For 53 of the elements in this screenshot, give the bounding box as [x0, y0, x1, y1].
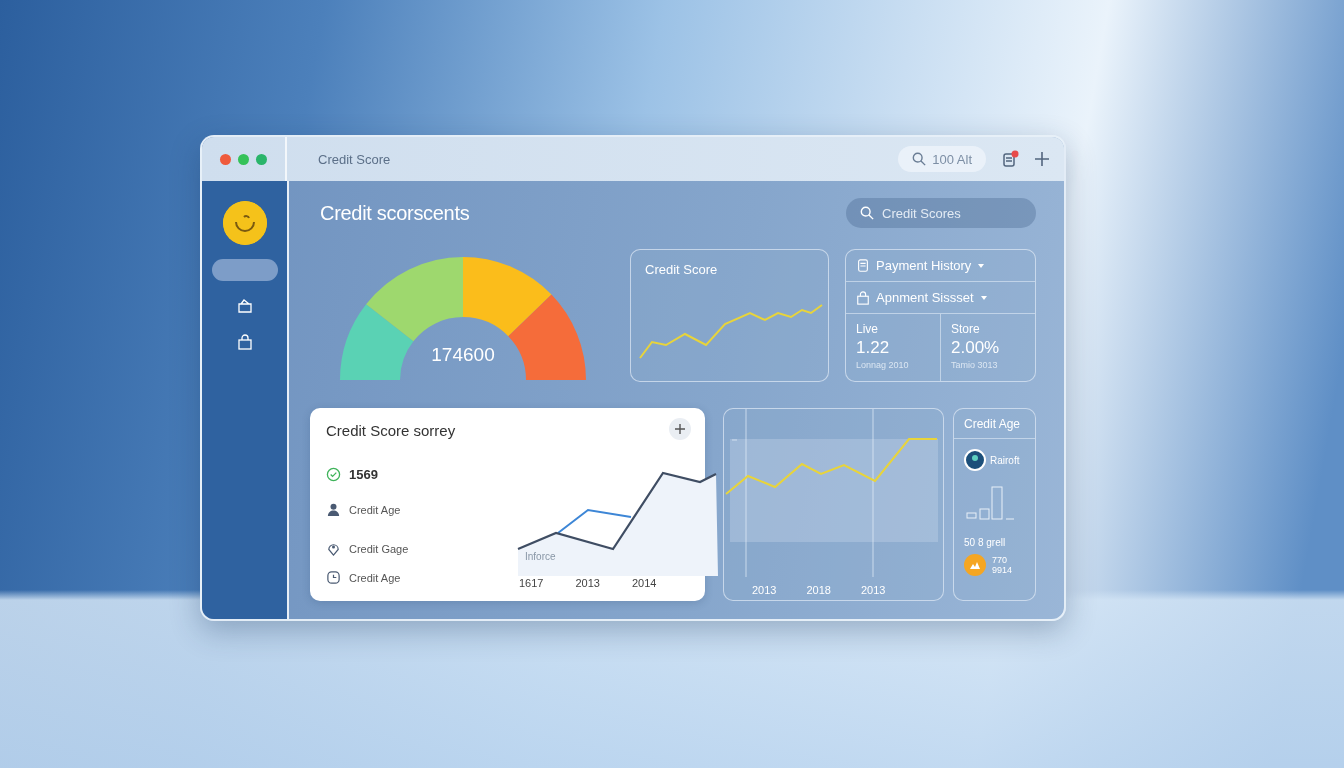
- notification-icon: [1002, 150, 1020, 168]
- receipt-icon: [856, 258, 870, 273]
- badge-text: 9914: [992, 565, 1013, 575]
- stat-value: 2.00%: [951, 338, 1001, 358]
- stat-note: Lonnag 2010: [856, 360, 910, 370]
- chart-label: Inforce: [525, 551, 556, 562]
- item-label: Credit Age: [349, 503, 401, 516]
- add-icon: [675, 424, 685, 434]
- caret-icon: [979, 294, 988, 301]
- add-button[interactable]: [669, 418, 691, 440]
- caption: 50 8 grell: [964, 537, 1006, 548]
- axis-label: 2013: [752, 584, 777, 596]
- card-title: Credit Score sorrey: [326, 422, 457, 439]
- add-icon: [1034, 151, 1050, 167]
- search-field[interactable]: 100 Alt: [898, 146, 986, 172]
- card-title: Credit Score: [645, 262, 719, 277]
- axis-label: 1617: [519, 577, 544, 589]
- avatar-icon: [222, 201, 267, 245]
- stat-label: Store: [951, 322, 981, 336]
- stat-value: 1.22: [856, 338, 891, 358]
- check-circle-icon: [326, 467, 341, 482]
- score-value: 1569: [349, 467, 378, 482]
- clock-icon: [326, 570, 341, 585]
- caret-icon: [977, 262, 986, 269]
- axis-label: 2013: [860, 584, 886, 596]
- person-icon: [326, 502, 341, 517]
- pin-icon: [326, 541, 341, 556]
- lock-icon: [236, 334, 253, 350]
- card-icon: [236, 298, 253, 314]
- item-label: Credit Age: [349, 571, 401, 584]
- card-title: Credit Age: [954, 409, 1035, 439]
- dropdown-label[interactable]: Payment History: [876, 258, 972, 273]
- page-heading: Credit scorscents: [320, 201, 470, 225]
- window-control[interactable]: [220, 153, 231, 165]
- search-icon: [912, 152, 927, 166]
- lock-icon: [856, 290, 870, 305]
- dropdown-label[interactable]: Apnment Sissset: [876, 290, 974, 305]
- avatar-icon: [964, 449, 986, 471]
- avatar-label: Rairoft: [990, 454, 1020, 466]
- item-label: Credit Gage: [349, 542, 409, 555]
- badge-icon: [964, 554, 986, 576]
- axis-label: 2014: [631, 577, 657, 589]
- stat-label: Live: [856, 322, 879, 336]
- window-control[interactable]: [238, 153, 249, 165]
- badge-text: 770: [992, 555, 1009, 565]
- nav-item[interactable]: [211, 259, 278, 281]
- gauge-value: 174600: [431, 344, 495, 365]
- axis-label: 2018: [806, 584, 831, 596]
- search-icon: [860, 206, 874, 220]
- axis-label: 2013: [575, 577, 600, 589]
- window-control[interactable]: [256, 153, 267, 165]
- window-title: Credit Score: [318, 151, 392, 167]
- stat-note: Tamio 3013: [951, 360, 999, 370]
